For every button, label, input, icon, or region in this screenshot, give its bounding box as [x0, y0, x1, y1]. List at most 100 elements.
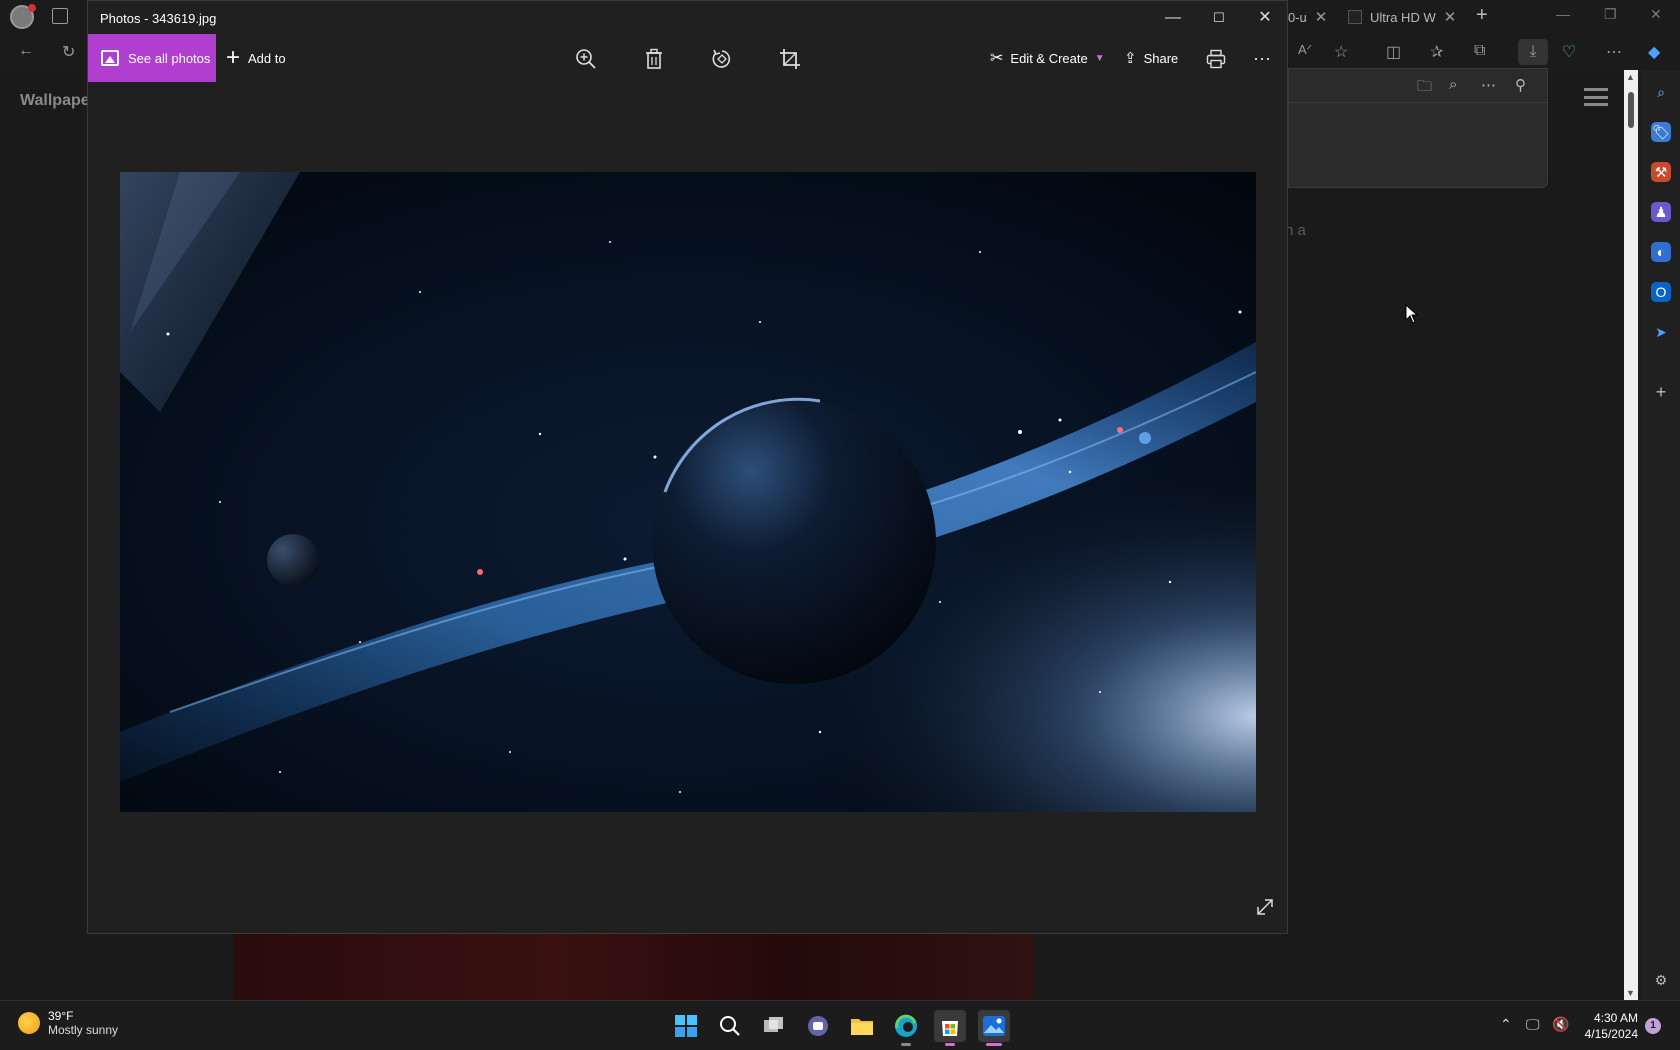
- scrollbar-thumb[interactable]: [1628, 92, 1634, 128]
- sidebar-shopping-icon[interactable]: 🏷: [1651, 122, 1671, 142]
- zoom-in-icon: [576, 49, 596, 69]
- profile-status-dot: [28, 4, 36, 12]
- share-button[interactable]: ⇪ Share: [1124, 34, 1178, 82]
- hamburger-menu-icon[interactable]: [1584, 88, 1608, 106]
- expand-button[interactable]: [1255, 897, 1275, 922]
- notification-badge[interactable]: 1: [1645, 1018, 1661, 1034]
- task-view-button[interactable]: [758, 1010, 790, 1042]
- close-button[interactable]: ✕: [1242, 1, 1288, 34]
- running-indicator: [986, 1043, 1002, 1046]
- edge-icon: [895, 1014, 917, 1037]
- edge-browser-button[interactable]: [890, 1010, 922, 1046]
- weather-condition: Mostly sunny: [48, 1023, 119, 1037]
- photos-app-window: Photos - 343619.jpg — ☐ ✕ See all photos…: [87, 0, 1288, 934]
- sidebar-add-icon[interactable]: +: [1651, 382, 1671, 402]
- crop-button[interactable]: [773, 42, 807, 76]
- pin-icon[interactable]: ⚲: [1515, 76, 1526, 94]
- photos-toolbar: See all photos + Add to ✂ Edit & Create …: [88, 34, 1287, 82]
- scroll-down-icon[interactable]: ▼: [1626, 988, 1635, 998]
- photo-viewer-image[interactable]: [120, 172, 1256, 812]
- delete-button[interactable]: [637, 42, 671, 76]
- print-button[interactable]: [1199, 42, 1233, 76]
- print-icon: [1206, 49, 1226, 69]
- maximize-button[interactable]: ☐: [1196, 1, 1242, 34]
- rotate-icon: [712, 49, 731, 68]
- collections-icon[interactable]: ⧉: [1474, 42, 1485, 60]
- windows-logo-icon: [675, 1015, 697, 1037]
- teams-chat-button[interactable]: [802, 1010, 834, 1042]
- edit-create-button[interactable]: ✂ Edit & Create ▼: [990, 34, 1105, 82]
- photos-title-bar: Photos - 343619.jpg — ☐ ✕: [88, 1, 1287, 34]
- favorites-icon[interactable]: ✰: [1430, 42, 1443, 62]
- refresh-icon[interactable]: ↻: [62, 42, 75, 62]
- minimize-button[interactable]: —: [1150, 1, 1196, 34]
- volume-muted-icon[interactable]: 🔇: [1552, 1016, 1569, 1033]
- split-screen-icon[interactable]: ◫: [1386, 42, 1401, 62]
- back-arrow-icon[interactable]: ←: [18, 42, 34, 60]
- sidebar-tools-icon[interactable]: ⚒: [1651, 162, 1671, 182]
- running-indicator: [901, 1043, 911, 1046]
- open-folder-icon[interactable]: 🗀: [1417, 76, 1432, 101]
- add-to-button[interactable]: + Add to: [226, 34, 286, 82]
- crop-icon: [780, 49, 800, 69]
- close-icon[interactable]: ✕: [1650, 6, 1662, 23]
- favorite-star-icon[interactable]: ☆: [1334, 42, 1348, 62]
- start-button[interactable]: [670, 1010, 702, 1042]
- microsoft-store-button[interactable]: [934, 1010, 966, 1046]
- sidebar-copilot-icon[interactable]: ◐: [1651, 242, 1671, 262]
- clock-date: 4/15/2024: [1584, 1027, 1638, 1041]
- sidebar-games-icon[interactable]: ♟: [1651, 202, 1671, 222]
- browser-tab[interactable]: 0-u ✕: [1288, 0, 1338, 34]
- system-clock[interactable]: 4:30 AM 4/15/2024: [1580, 1010, 1638, 1042]
- weather-temperature: 39°F: [48, 1009, 74, 1023]
- page-image-strip: [234, 934, 1034, 1000]
- edit-create-icon: ✂: [990, 50, 1004, 67]
- sidebar-search-icon[interactable]: ⌕: [1651, 82, 1671, 102]
- sun-icon: [18, 1012, 40, 1034]
- downloads-icon[interactable]: ⤓: [1518, 39, 1548, 65]
- rotate-button[interactable]: [705, 42, 739, 76]
- sidebar-outlook-icon[interactable]: O: [1651, 282, 1671, 302]
- close-tab-icon[interactable]: ✕: [1444, 8, 1457, 26]
- trash-icon: [646, 48, 662, 69]
- mouse-cursor: [1405, 303, 1419, 329]
- sidebar-settings-icon[interactable]: ⚙: [1651, 970, 1671, 990]
- tab-label: 0-u: [1288, 9, 1307, 25]
- taskbar-search-button[interactable]: [714, 1010, 746, 1042]
- file-explorer-button[interactable]: [846, 1010, 878, 1042]
- edge-sidebar: ⌕ 🏷 ⚒ ♟ ◐ O ➤ + ⚙: [1642, 70, 1680, 1000]
- clock-time: 4:30 AM: [1593, 1011, 1638, 1025]
- restore-icon[interactable]: ❐: [1604, 6, 1617, 23]
- sidebar-send-icon[interactable]: ➤: [1651, 322, 1671, 342]
- scroll-up-icon[interactable]: ▲: [1626, 72, 1635, 82]
- window-title: Photos - 343619.jpg: [100, 11, 217, 26]
- more-options-icon[interactable]: ⋯: [1481, 76, 1496, 94]
- network-icon[interactable]: 🖵: [1526, 1016, 1540, 1033]
- page-title: Wallpape: [20, 92, 90, 109]
- share-label: Share: [1143, 50, 1179, 66]
- task-view-icon: [764, 1017, 783, 1032]
- tab-actions-icon[interactable]: [52, 8, 68, 24]
- read-aloud-icon[interactable]: Aᐟ: [1298, 42, 1312, 58]
- edit-create-label: Edit & Create: [1010, 50, 1088, 66]
- browser-tab-ultra-hd[interactable]: Ultra HD W ✕: [1348, 0, 1458, 34]
- see-all-photos-label: See all photos: [128, 50, 211, 66]
- more-options-icon[interactable]: ⋯: [1606, 42, 1622, 62]
- browser-essentials-icon[interactable]: ♡: [1562, 42, 1576, 62]
- zoom-in-button[interactable]: [569, 42, 603, 76]
- see-all-photos-button[interactable]: See all photos: [88, 34, 216, 82]
- new-tab-button[interactable]: +: [1476, 4, 1488, 27]
- weather-widget[interactable]: 39°F Mostly sunny: [18, 1009, 118, 1037]
- copilot-icon[interactable]: ◆: [1648, 42, 1660, 62]
- close-tab-icon[interactable]: ✕: [1315, 8, 1328, 26]
- running-indicator: [945, 1043, 955, 1046]
- more-options-button[interactable]: ⋯: [1245, 42, 1279, 76]
- show-hidden-icons-icon[interactable]: ⌃: [1500, 1016, 1512, 1033]
- search-icon[interactable]: ⌕: [1449, 76, 1457, 93]
- photos-app-button[interactable]: [978, 1010, 1010, 1046]
- minimize-icon[interactable]: —: [1556, 6, 1570, 22]
- space-planet-photo: [120, 172, 1256, 812]
- downloads-panel: 🗀 ⌕ ⋯ ⚲: [1288, 68, 1548, 188]
- cursor-arrow-icon: [1405, 303, 1419, 324]
- page-scrollbar[interactable]: ▲ ▼: [1624, 70, 1638, 1000]
